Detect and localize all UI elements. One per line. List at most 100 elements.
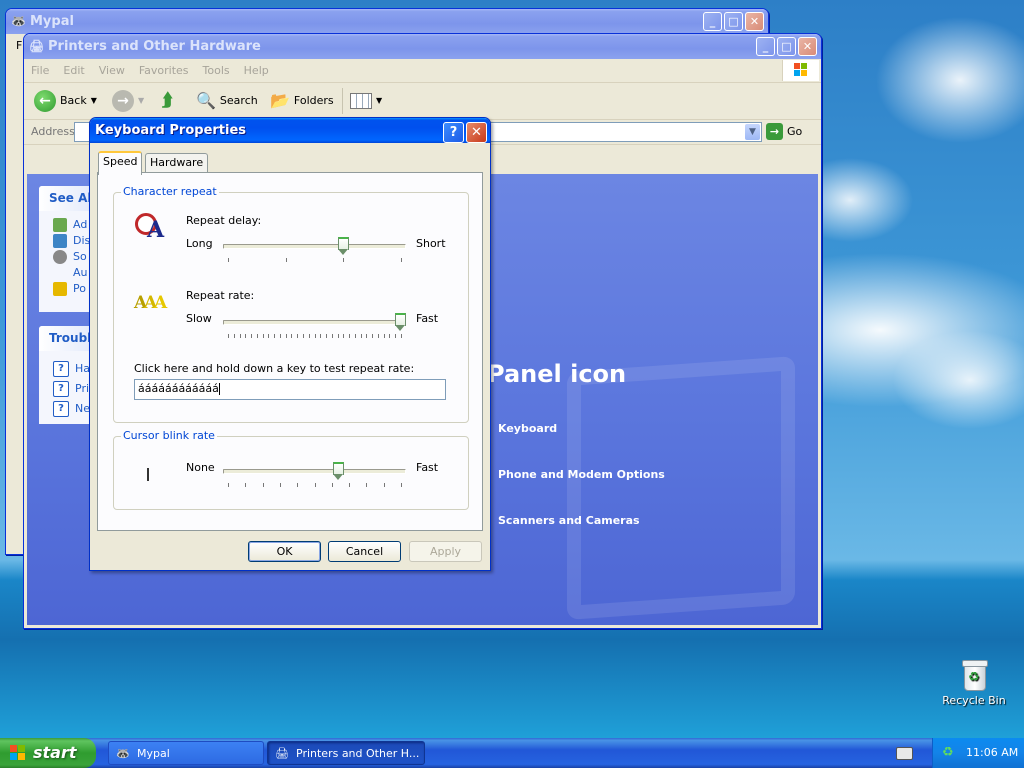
printer-folder-icon: 🖨	[275, 747, 289, 760]
start-label: start	[33, 743, 77, 762]
slider-tick	[239, 334, 241, 338]
clock[interactable]: 11:06 AM	[966, 738, 1018, 768]
repeat-delay-slider-thumb[interactable]	[338, 237, 350, 255]
desktop: ♻ Recycle Bin 🦝 Mypal _ □ ✕ F 🖨 Printers…	[0, 0, 1024, 738]
slider-tick	[245, 483, 247, 487]
mypal-menu-fragment[interactable]: F	[16, 39, 22, 52]
close-button[interactable]: ✕	[745, 12, 764, 31]
keyboard-link[interactable]: Keyboard	[498, 422, 557, 435]
slider-tick	[245, 334, 247, 338]
slider-tick	[297, 483, 299, 487]
display-icon	[53, 234, 67, 248]
back-arrow-icon: ←	[34, 90, 56, 112]
test-repeat-input[interactable]: áááááááááááá	[134, 379, 446, 400]
slider-tick	[377, 334, 379, 338]
slider-tick	[302, 334, 304, 338]
back-button[interactable]: ← Back ▼	[34, 90, 97, 112]
slider-tick	[228, 483, 229, 487]
views-button[interactable]: ▼	[350, 90, 382, 112]
close-button[interactable]: ✕	[466, 122, 487, 143]
dialog-title: Keyboard Properties	[95, 123, 247, 138]
menu-tools[interactable]: Tools	[196, 59, 237, 82]
repeat-rate-ticks	[228, 334, 402, 338]
slider-tick	[395, 334, 397, 338]
slider-tick	[285, 334, 287, 338]
cursor-blink-ticks	[228, 483, 402, 487]
go-button[interactable]: → Go	[766, 123, 802, 140]
printer-folder-icon: 🖨	[29, 39, 45, 53]
menu-edit[interactable]: Edit	[56, 59, 91, 82]
go-label: Go	[787, 125, 803, 138]
mypal-title-bar[interactable]: 🦝 Mypal _ □ ✕	[6, 9, 768, 34]
slider-tick	[360, 334, 362, 338]
repeat-delay-min-label: Long	[186, 237, 213, 250]
slider-tick	[331, 334, 333, 338]
repeat-rate-label: Repeat rate:	[186, 289, 255, 302]
taskbar-item-mypal[interactable]: 🦝 Mypal	[108, 741, 264, 765]
forward-arrow-icon: →	[112, 90, 134, 112]
maximize-button[interactable]: □	[777, 37, 796, 56]
printers-title-bar[interactable]: 🖨 Printers and Other Hardware _ □ ✕	[24, 34, 821, 59]
repeat-rate-slider-thumb[interactable]	[395, 313, 406, 331]
menu-file[interactable]: File	[24, 59, 56, 82]
tab-hardware[interactable]: Hardware	[145, 153, 209, 173]
start-button[interactable]: start	[0, 738, 96, 768]
forward-dropdown-icon[interactable]: ▼	[138, 90, 144, 112]
taskbar-item-printers[interactable]: 🖨 Printers and Other H...	[267, 741, 425, 765]
cursor-blink-label: Cursor blink rate	[121, 429, 217, 442]
ok-button[interactable]: OK	[248, 541, 321, 562]
back-dropdown-icon[interactable]: ▼	[91, 90, 97, 112]
watermark-graphic	[567, 356, 795, 620]
recycle-bin[interactable]: ♻ Recycle Bin	[942, 658, 1006, 707]
menu-favorites[interactable]: Favorites	[132, 59, 196, 82]
slider-tick	[308, 334, 310, 338]
address-dropdown-icon[interactable]: ▼	[745, 124, 760, 140]
folders-button[interactable]: 📂 Folders	[270, 90, 334, 112]
slider-tick	[331, 483, 333, 487]
cursor-blink-slider[interactable]	[223, 461, 406, 487]
minimize-button[interactable]: _	[703, 12, 722, 31]
keyboard-language-icon[interactable]	[896, 747, 913, 760]
apply-button[interactable]: Apply	[409, 541, 482, 562]
keyboard-title-bar[interactable]: Keyboard Properties ? ✕	[90, 118, 490, 143]
slider-tick	[366, 483, 368, 487]
slider-tick	[389, 334, 391, 338]
slider-tick	[314, 483, 316, 487]
repeat-rate-icon: A A A	[134, 293, 168, 313]
go-arrow-icon: →	[766, 123, 783, 140]
folders-icon: 📂	[270, 91, 290, 110]
slider-tick	[383, 483, 385, 487]
slider-tick	[228, 334, 229, 338]
tab-speed[interactable]: Speed	[98, 151, 143, 175]
slider-tick	[401, 258, 402, 262]
repeat-rate-slider[interactable]	[223, 312, 406, 338]
slider-tick	[401, 483, 402, 487]
cancel-button[interactable]: Cancel	[328, 541, 401, 562]
help-button[interactable]: ?	[443, 122, 464, 143]
keyboard-properties-dialog: Keyboard Properties ? ✕ Speed Hardware C…	[89, 117, 491, 571]
test-repeat-label: Click here and hold down a key to test r…	[134, 362, 415, 375]
close-button[interactable]: ✕	[798, 37, 817, 56]
network-icon[interactable]: ♻	[942, 745, 957, 760]
views-dropdown-icon: ▼	[376, 96, 383, 105]
slider-tick	[279, 334, 281, 338]
search-button[interactable]: 🔍 Search	[196, 90, 258, 112]
slider-tick	[320, 334, 322, 338]
menu-view[interactable]: View	[92, 59, 132, 82]
slider-tick	[251, 334, 253, 338]
maximize-button[interactable]: □	[724, 12, 743, 31]
slider-tick	[343, 334, 345, 338]
minimize-button[interactable]: _	[756, 37, 775, 56]
repeat-delay-slider[interactable]	[223, 236, 406, 262]
scanners-cameras-link[interactable]: Scanners and Cameras	[498, 514, 640, 527]
up-folder-button[interactable]: ⮭	[162, 90, 173, 112]
slider-tick	[354, 334, 356, 338]
cursor-blink-slider-thumb[interactable]	[333, 462, 345, 480]
forward-button[interactable]: → ▼	[112, 90, 144, 112]
menu-help[interactable]: Help	[237, 59, 276, 82]
up-folder-icon: ⮭	[162, 90, 173, 111]
test-repeat-value: áááááááááááá	[138, 382, 219, 395]
cursor-blink-group: Cursor blink rate None Fast	[113, 429, 469, 510]
phone-modem-link[interactable]: Phone and Modem Options	[498, 468, 665, 481]
repeat-delay-ticks	[228, 258, 402, 262]
